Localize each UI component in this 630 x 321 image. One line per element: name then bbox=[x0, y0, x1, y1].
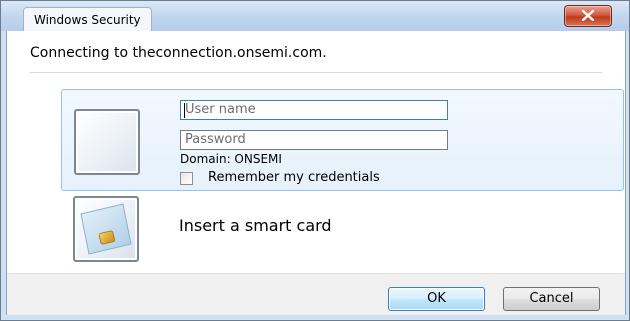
ok-button[interactable]: OK bbox=[388, 287, 485, 311]
cancel-button[interactable]: Cancel bbox=[503, 287, 600, 311]
user-tile-icon bbox=[74, 109, 140, 175]
username-input[interactable] bbox=[180, 100, 448, 120]
checkbox-box[interactable] bbox=[180, 172, 193, 185]
dialog-body: Connecting to theconnection.onsemi.com. … bbox=[6, 31, 626, 315]
connection-message: Connecting to theconnection.onsemi.com. bbox=[30, 45, 327, 61]
smart-card-label[interactable]: Insert a smart card bbox=[179, 216, 332, 235]
smart-card-icon[interactable] bbox=[73, 196, 139, 262]
password-input[interactable] bbox=[180, 130, 448, 150]
smart-card-graphic bbox=[80, 203, 132, 255]
close-icon bbox=[581, 10, 595, 21]
button-bar: OK Cancel bbox=[7, 273, 625, 315]
header-divider bbox=[30, 72, 602, 73]
title-bar[interactable]: Windows Security bbox=[1, 1, 629, 32]
credential-tile-selected[interactable]: Domain: ONSEMI Remember my credentials bbox=[61, 89, 624, 191]
remember-credentials-label: Remember my credentials bbox=[208, 170, 380, 185]
text-caret bbox=[184, 103, 185, 118]
close-button[interactable] bbox=[564, 5, 612, 27]
security-dialog: Windows Security Connecting to theconnec… bbox=[0, 0, 630, 321]
window-title: Windows Security bbox=[23, 7, 152, 32]
domain-label: Domain: ONSEMI bbox=[180, 152, 282, 166]
